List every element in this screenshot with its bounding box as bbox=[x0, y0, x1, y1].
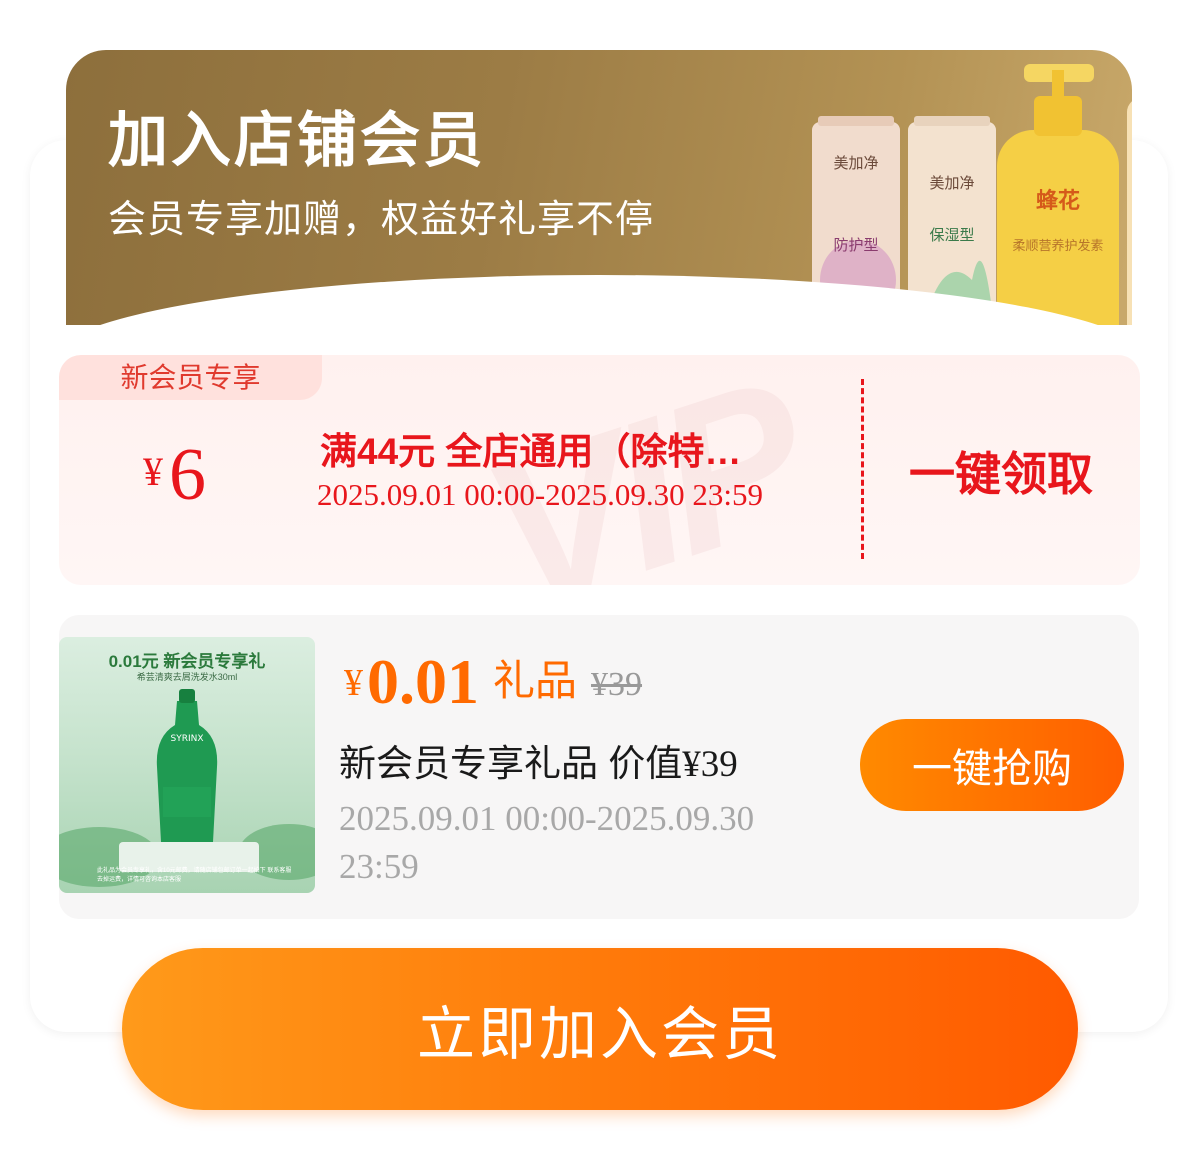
coupon-tag: 新会员专享 bbox=[59, 355, 322, 400]
gift-price-value: 0.01 bbox=[367, 646, 479, 717]
svg-text:SYRINX: SYRINX bbox=[170, 734, 203, 744]
gift-original-price: ¥39 bbox=[591, 666, 643, 703]
svg-text:防护型: 防护型 bbox=[833, 236, 878, 254]
banner-title: 加入店铺会员 bbox=[108, 107, 486, 174]
coupon-condition: 满44元 全店通用（除特… bbox=[320, 431, 742, 472]
svg-text:美加净: 美加净 bbox=[929, 174, 974, 192]
product-jar bbox=[1127, 101, 1132, 325]
gift-image-note: 此礼品为会员专享礼，含10元邮费，请随店铺包邮订单一起拍下 联系客服去掉运费，详… bbox=[97, 868, 292, 883]
gift-price: ¥0.01 礼品 ¥39 bbox=[344, 645, 642, 719]
svg-text:美加净: 美加净 bbox=[833, 154, 878, 172]
claim-coupon-button[interactable]: 一键领取 bbox=[881, 438, 1121, 504]
join-membership-button[interactable]: 立即加入会员 bbox=[122, 948, 1078, 1110]
coupon-validity: 2025.09.01 00:00-2025.09.30 23:59 bbox=[317, 477, 764, 512]
gift-product-image[interactable]: 0.01元 新会员专享礼 希芸清爽去屑洗发水30ml SYRINX 此礼品为会员… bbox=[59, 637, 315, 893]
product-bottle: 蜂花 柔顺营养护发素 bbox=[997, 64, 1119, 325]
svg-text:蜂花: 蜂花 bbox=[1036, 188, 1080, 214]
svg-text:保湿型: 保湿型 bbox=[929, 226, 974, 244]
currency-symbol: ¥ bbox=[344, 662, 363, 704]
gift-value: ¥39 bbox=[682, 744, 738, 785]
gift-price-label: 礼品 bbox=[493, 657, 578, 704]
banner-subtitle: 会员专享加赠，权益好礼享不停 bbox=[108, 199, 655, 241]
gift-name-text: 新会员专享礼品 价值 bbox=[339, 743, 683, 784]
coupon-amount: ¥6 bbox=[143, 433, 206, 518]
gift-name: 新会员专享礼品 价值¥39 bbox=[339, 733, 738, 787]
gift-validity: 2025.09.01 00:00-2025.09.30 23:59 bbox=[339, 799, 755, 886]
svg-text:柔顺营养护发素: 柔顺营养护发素 bbox=[1012, 238, 1103, 254]
coupon-card: VIP 新会员专享 ¥6 满44元 全店通用（除特… 2025.09.01 00… bbox=[59, 355, 1140, 585]
coupon-divider bbox=[861, 379, 864, 559]
membership-banner: 美加净 防护型 美加净 保湿型 蜂花 柔顺营养护发素 加入店铺会员 会员专享加赠… bbox=[66, 50, 1132, 325]
buy-gift-button[interactable]: 一键抢购 bbox=[860, 719, 1124, 811]
currency-symbol: ¥ bbox=[143, 449, 163, 494]
coupon-value: 6 bbox=[169, 434, 206, 516]
